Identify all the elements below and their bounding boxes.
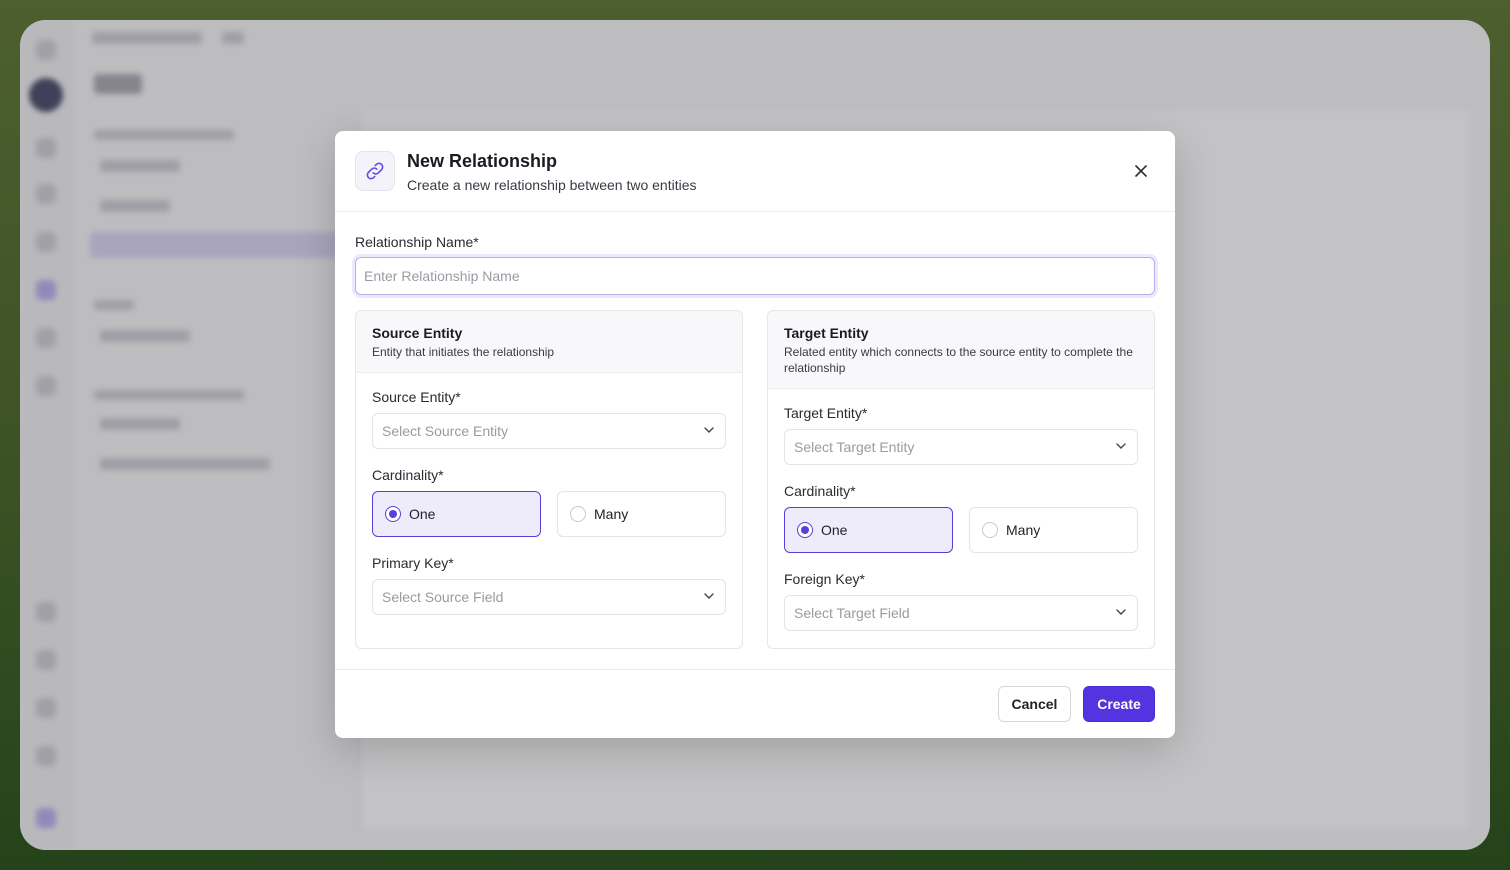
source-cardinality-label: Cardinality* — [372, 467, 444, 483]
source-entity-placeholder: Select Source Entity — [382, 423, 509, 439]
link-icon — [355, 151, 395, 191]
app-frame: New Relationship Create a new relationsh… — [20, 20, 1490, 850]
source-cardinality-group: One Many — [372, 491, 726, 537]
source-cardinality-one-label: One — [409, 506, 436, 522]
target-cardinality-group: One Many — [784, 507, 1138, 553]
target-cardinality-many-label: Many — [1006, 522, 1041, 538]
source-panel-title: Source Entity — [372, 325, 463, 341]
source-entity-panel: Source Entity Entity that initiates the … — [355, 310, 743, 649]
dialog-subtitle: Create a new relationship between two en… — [407, 177, 697, 193]
primary-key-placeholder: Select Source Field — [382, 589, 504, 605]
dialog-title: New Relationship — [407, 151, 558, 171]
dialog-footer: Cancel Create — [335, 669, 1175, 738]
target-entity-select[interactable]: Select Target Entity — [784, 429, 1138, 465]
create-button[interactable]: Create — [1083, 686, 1155, 722]
source-cardinality-one[interactable]: One — [372, 491, 541, 537]
primary-key-label: Primary Key* — [372, 555, 454, 571]
source-entity-label: Source Entity* — [372, 389, 461, 405]
chevron-down-icon — [703, 589, 715, 605]
target-cardinality-one[interactable]: One — [784, 507, 953, 553]
foreign-key-placeholder: Select Target Field — [794, 605, 910, 621]
relationship-name-input[interactable] — [355, 257, 1155, 295]
chevron-down-icon — [1115, 605, 1127, 621]
source-cardinality-many[interactable]: Many — [557, 491, 726, 537]
primary-key-select[interactable]: Select Source Field — [372, 579, 726, 615]
dialog-header: New Relationship Create a new relationsh… — [335, 131, 1175, 212]
source-panel-header: Source Entity Entity that initiates the … — [356, 311, 742, 373]
cancel-button[interactable]: Cancel — [998, 686, 1071, 722]
target-entity-panel: Target Entity Related entity which conne… — [767, 310, 1155, 649]
radio-icon — [385, 506, 401, 522]
relationship-name-label: Relationship Name* — [355, 234, 479, 250]
target-panel-title: Target Entity — [784, 325, 869, 341]
chevron-down-icon — [703, 423, 715, 439]
foreign-key-label: Foreign Key* — [784, 571, 865, 587]
chevron-down-icon — [1115, 439, 1127, 455]
target-entity-placeholder: Select Target Entity — [794, 439, 915, 455]
target-cardinality-one-label: One — [821, 522, 848, 538]
source-panel-description: Entity that initiates the relationship — [372, 345, 555, 359]
target-panel-description: Related entity which connects to the sou… — [784, 345, 1133, 375]
close-icon[interactable] — [1131, 161, 1151, 181]
target-panel-header: Target Entity Related entity which conne… — [768, 311, 1154, 389]
foreign-key-select[interactable]: Select Target Field — [784, 595, 1138, 631]
target-cardinality-many[interactable]: Many — [969, 507, 1138, 553]
radio-icon — [982, 522, 998, 538]
target-entity-label: Target Entity* — [784, 405, 868, 421]
radio-icon — [570, 506, 586, 522]
radio-icon — [797, 522, 813, 538]
source-entity-select[interactable]: Select Source Entity — [372, 413, 726, 449]
source-cardinality-many-label: Many — [594, 506, 629, 522]
new-relationship-dialog: New Relationship Create a new relationsh… — [335, 131, 1175, 738]
target-cardinality-label: Cardinality* — [784, 483, 856, 499]
